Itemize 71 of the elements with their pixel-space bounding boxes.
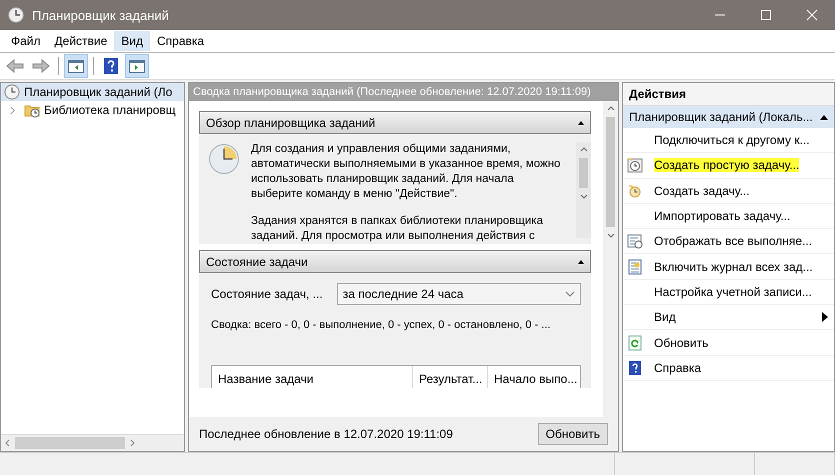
action-item[interactable]: Обновить [623,330,834,356]
action-label: Обновить [654,336,708,350]
action-label: Отображать все выполняе... [654,234,812,248]
help-icon [101,56,121,76]
vertical-scrollbar[interactable] [603,101,618,417]
refresh-icon [627,334,643,351]
window-title: Планировщик заданий [32,8,169,22]
action-label: Создать задачу... [654,184,750,198]
pane-header: Сводка планировщика заданий (Последнее обновление: 12.07.2020 19:11:09) [189,83,618,101]
action-item[interactable]: Включить журнал всех зад... [623,254,834,280]
chevron-down-icon [565,291,575,297]
action-label: Подключиться к другому к... [654,133,810,148]
section-title: Состояние задачи [206,254,308,268]
action-item[interactable]: Вид [623,305,834,330]
action-item[interactable]: Настройка учетной записи... [623,280,834,306]
tree-label: Планировщик заданий (Ло [24,85,172,99]
action-item[interactable]: Создать задачу... [623,178,834,204]
description-text: Для создания и управления общими заданиями, автоматически выполняемыми в указанное время, можно использовать планировщик заданий. Для начала выберите команду в меню "Действие". [251,142,562,202]
clock-icon [8,7,24,23]
tree-label: Библиотека планировщ [44,103,176,117]
vertical-scrollbar[interactable] [576,142,591,238]
menu-item[interactable]: Справка [150,31,212,51]
pane-toggle-button[interactable] [125,54,149,78]
log-icon [627,258,643,275]
group-title: Планировщик заданий (Локаль... [629,110,813,124]
action-item[interactable]: Создать простую задачу... [623,153,834,179]
section-header[interactable]: Обзор планировщика заданий [199,111,591,134]
last-update-text: Последнее обновление в 12.07.2020 19:11:09 [199,427,453,441]
action-label: Импортировать задачу... [654,209,790,224]
scroll-thumb[interactable] [606,117,615,227]
action-item[interactable]: Отображать все выполняе... [623,229,834,254]
horizontal-scrollbar[interactable] [1,434,184,451]
refresh-button[interactable]: Обновить [538,423,608,445]
pane-header: Действия [623,83,834,106]
summary-text: Сводка: всего - 0, 0 - выполнение, 0 - успех, 0 - остановлено, 0 - ... [211,319,552,331]
description-text: Задания хранятся в папках библиотеки планировщика заданий. Для просмотра или выполнения действия с [251,214,544,244]
action-item[interactable]: Подключиться к другому к... [623,128,834,154]
menu-item[interactable]: Действие [48,31,114,51]
action-label: Справка [654,360,702,375]
action-item[interactable]: Импортировать задачу... [623,204,834,230]
action-label: Настройка учетной записи... [654,284,812,299]
action-label: Включить журнал всех зад... [654,260,813,274]
section-header[interactable]: Состояние задачи [199,250,591,273]
column-header[interactable]: Название задачи [212,366,412,388]
clock-icon [627,182,643,199]
column-header[interactable]: Результат... [412,366,487,388]
menu-item[interactable]: Файл [4,31,48,51]
back-arrow-icon [5,56,25,76]
collapse-icon[interactable] [578,260,584,264]
period-dropdown[interactable]: за последние 24 часа [336,283,581,305]
chevron-right-icon[interactable] [9,106,16,114]
tree-item[interactable]: Планировщик заданий (Ло [1,83,184,101]
scroll-thumb[interactable] [579,158,588,188]
action-label: Вид [654,310,676,324]
action-label: Создать простую задачу... [654,158,800,172]
clock-icon [627,157,643,174]
group-header[interactable]: Планировщик заданий (Локаль... [623,106,834,128]
action-item[interactable]: Справка [623,356,834,381]
scroll-thumb[interactable] [15,437,125,449]
tree-item[interactable]: Библиотека планировщ [1,101,184,119]
menu-item[interactable]: Вид [114,31,150,51]
collapse-icon[interactable] [578,120,584,124]
list-clock-icon [627,233,643,250]
filter-label: Состояние задач, ... [211,287,323,301]
column-header[interactable]: Начало выпо... [487,366,584,388]
pane-toggle-button[interactable] [64,54,88,78]
forward-arrow-icon [31,56,51,76]
help-icon [627,360,643,376]
section-title: Обзор планировщика заданий [206,116,376,130]
collapse-icon[interactable] [820,114,828,120]
clock-icon [207,142,241,176]
